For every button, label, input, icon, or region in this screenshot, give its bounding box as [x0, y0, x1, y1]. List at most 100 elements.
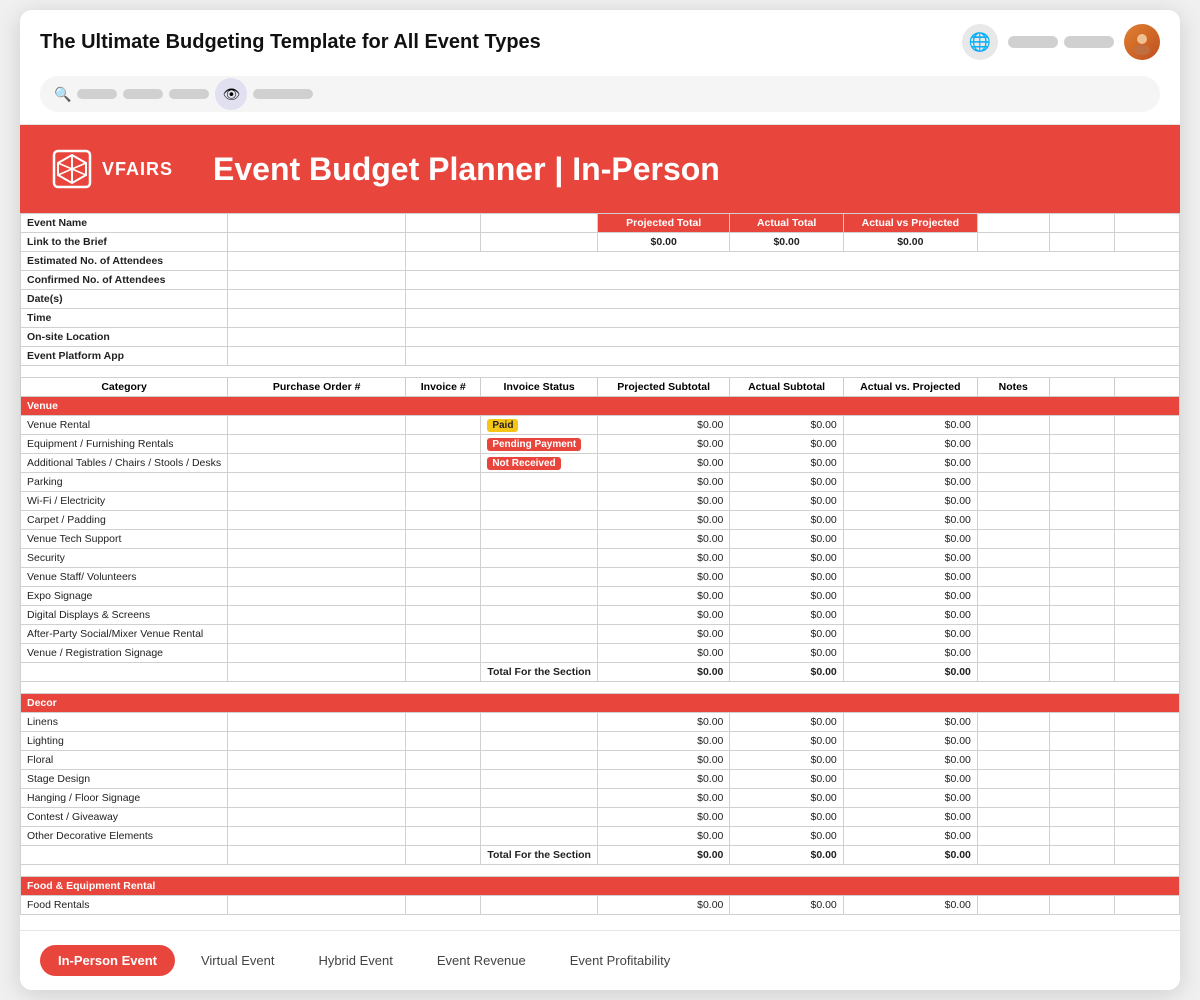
vfairs-logo-icon — [50, 147, 94, 191]
search-bar[interactable]: 🔍 👁 — [40, 76, 1160, 112]
venue-total-row: Total For the Section $0.00 $0.00 $0.00 — [21, 663, 1180, 682]
nav-pill-2 — [1064, 36, 1114, 48]
label-time: Time — [21, 309, 228, 328]
info-row-2: Link to the Brief $0.00 $0.00 $0.00 — [21, 233, 1180, 252]
row-name: Venue Staff/ Volunteers — [21, 568, 228, 587]
nav-pills — [1008, 36, 1114, 48]
row-name: Food Rentals — [21, 896, 228, 915]
venue-row-5[interactable]: Carpet / Padding $0.00 $0.00 $0.00 — [21, 511, 1180, 530]
venue-total-vs: $0.00 — [843, 663, 977, 682]
value-event-name[interactable] — [228, 214, 406, 233]
value-location[interactable] — [228, 328, 406, 347]
decor-row-0[interactable]: Linens $0.00 $0.00 $0.00 — [21, 713, 1180, 732]
row-name: Expo Signage — [21, 587, 228, 606]
status-paid: Paid — [487, 419, 518, 432]
value-conf-attendees[interactable] — [228, 271, 406, 290]
total-actual: $0.00 — [730, 233, 843, 252]
status-pending: Pending Payment — [487, 438, 581, 451]
venue-row-3[interactable]: Parking $0.00 $0.00 $0.00 — [21, 473, 1180, 492]
tab-in-person[interactable]: In-Person Event — [40, 945, 175, 976]
col-invoice: Invoice # — [406, 378, 481, 397]
decor-total-actual: $0.00 — [730, 846, 843, 865]
value-platform[interactable] — [228, 347, 406, 366]
info-table: Event Name Projected Total Actual Total … — [20, 213, 1180, 915]
spreadsheet-banner: vFAIRS Event Budget Planner | In-Person — [20, 125, 1180, 213]
label-platform: Event Platform App — [21, 347, 228, 366]
label-location: On-site Location — [21, 328, 228, 347]
venue-total-label: Total For the Section — [481, 663, 598, 682]
venue-row-10[interactable]: Digital Displays & Screens $0.00 $0.00 $… — [21, 606, 1180, 625]
spacer-row — [21, 366, 1180, 378]
section-food-label: Food & Equipment Rental — [21, 877, 1180, 896]
food-row-0[interactable]: Food Rentals $0.00 $0.00 $0.00 — [21, 896, 1180, 915]
venue-total-actual: $0.00 — [730, 663, 843, 682]
globe-icon[interactable]: 🌐 — [962, 24, 998, 60]
venue-row-1[interactable]: Equipment / Furnishing Rentals Pending P… — [21, 435, 1180, 454]
toolbar-placeholder-4 — [253, 89, 313, 99]
value-link[interactable] — [228, 233, 406, 252]
decor-row-4[interactable]: Hanging / Floor Signage $0.00 $0.00 $0.0… — [21, 789, 1180, 808]
row-name: Venue Rental — [21, 416, 228, 435]
decor-row-3[interactable]: Stage Design $0.00 $0.00 $0.00 — [21, 770, 1180, 789]
vfairs-logo: vFAIRS — [50, 147, 173, 191]
total-vs: $0.00 — [843, 233, 977, 252]
label-est-attendees: Estimated No. of Attendees — [21, 252, 228, 271]
decor-row-5[interactable]: Contest / Giveaway $0.00 $0.00 $0.00 — [21, 808, 1180, 827]
section-venue-label: Venue — [21, 397, 1180, 416]
tab-profitability[interactable]: Event Profitability — [552, 945, 688, 976]
grid-area: Event Name Projected Total Actual Total … — [20, 213, 1180, 915]
venue-row-7[interactable]: Security $0.00 $0.00 $0.00 — [21, 549, 1180, 568]
value-dates[interactable] — [228, 290, 406, 309]
label-event-name: Event Name — [21, 214, 228, 233]
decor-row-6[interactable]: Other Decorative Elements $0.00 $0.00 $0… — [21, 827, 1180, 846]
toolbar-placeholder-1 — [77, 89, 117, 99]
spreadsheet-container: vFAIRS Event Budget Planner | In-Person — [20, 125, 1180, 930]
tab-revenue[interactable]: Event Revenue — [419, 945, 544, 976]
spreadsheet-title: Event Budget Planner | In-Person — [213, 151, 720, 188]
value-est-attendees[interactable] — [228, 252, 406, 271]
decor-total-vs: $0.00 — [843, 846, 977, 865]
venue-row-11[interactable]: After-Party Social/Mixer Venue Rental $0… — [21, 625, 1180, 644]
avatar[interactable] — [1124, 24, 1160, 60]
label-link: Link to the Brief — [21, 233, 228, 252]
section-venue-header: Venue — [21, 397, 1180, 416]
info-row-7: On-site Location — [21, 328, 1180, 347]
col-po: Purchase Order # — [228, 378, 406, 397]
venue-row-6[interactable]: Venue Tech Support $0.00 $0.00 $0.00 — [21, 530, 1180, 549]
info-row-3: Estimated No. of Attendees — [21, 252, 1180, 271]
info-row-6: Time — [21, 309, 1180, 328]
row-name: Contest / Giveaway — [21, 808, 228, 827]
value-time[interactable] — [228, 309, 406, 328]
venue-row-4[interactable]: Wi-Fi / Electricity $0.00 $0.00 $0.00 — [21, 492, 1180, 511]
venue-total-proj: $0.00 — [597, 663, 729, 682]
tabs-bar: In-Person Event Virtual Event Hybrid Eve… — [20, 930, 1180, 990]
venue-row-12[interactable]: Venue / Registration Signage $0.00 $0.00… — [21, 644, 1180, 663]
col-notes: Notes — [977, 378, 1049, 397]
col-vs-proj: Actual vs. Projected — [843, 378, 977, 397]
decor-row-2[interactable]: Floral $0.00 $0.00 $0.00 — [21, 751, 1180, 770]
toolbar-placeholder-3 — [169, 89, 209, 99]
venue-row-0[interactable]: Venue Rental Paid $0.00 $0.00 $0.00 — [21, 416, 1180, 435]
toolbar-placeholder-2 — [123, 89, 163, 99]
col-actual-sub: Actual Subtotal — [730, 378, 843, 397]
row-name: Hanging / Floor Signage — [21, 789, 228, 808]
decor-row-1[interactable]: Lighting $0.00 $0.00 $0.00 — [21, 732, 1180, 751]
venue-row-8[interactable]: Venue Staff/ Volunteers $0.00 $0.00 $0.0… — [21, 568, 1180, 587]
row-name: Stage Design — [21, 770, 228, 789]
row-name: Lighting — [21, 732, 228, 751]
row-name: Venue Tech Support — [21, 530, 228, 549]
decor-total-label: Total For the Section — [481, 846, 598, 865]
header-vs: Actual vs Projected — [843, 214, 977, 233]
section-food-header: Food & Equipment Rental — [21, 877, 1180, 896]
tab-hybrid[interactable]: Hybrid Event — [300, 945, 410, 976]
eye-icon[interactable]: 👁 — [215, 78, 247, 110]
venue-row-2[interactable]: Additional Tables / Chairs / Stools / De… — [21, 454, 1180, 473]
page-title: The Ultimate Budgeting Template for All … — [40, 31, 541, 54]
col-status: Invoice Status — [481, 378, 598, 397]
row-name: Additional Tables / Chairs / Stools / De… — [21, 454, 228, 473]
tab-virtual[interactable]: Virtual Event — [183, 945, 292, 976]
venue-row-9[interactable]: Expo Signage $0.00 $0.00 $0.00 — [21, 587, 1180, 606]
label-dates: Date(s) — [21, 290, 228, 309]
info-row-1: Event Name Projected Total Actual Total … — [21, 214, 1180, 233]
row-name: Parking — [21, 473, 228, 492]
